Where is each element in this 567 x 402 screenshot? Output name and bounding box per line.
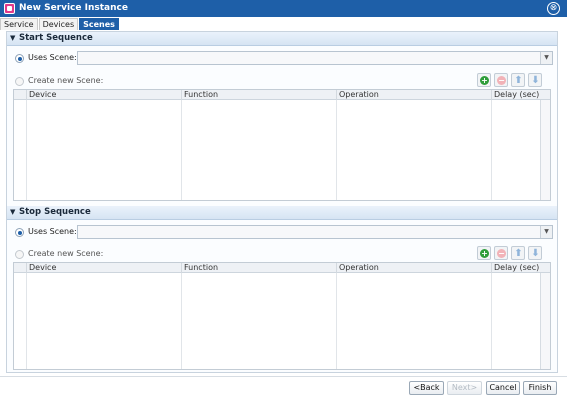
scenes-panel: ▼ Start Sequence Uses Scene: ▼ Create ne… [6,31,558,373]
column-operation[interactable]: Operation [336,90,491,100]
wizard-footer: <Back Next> Cancel Finish [0,376,567,402]
start-uses-scene-select[interactable]: ▼ [77,51,553,65]
collapse-triangle-icon[interactable]: ▼ [10,32,15,45]
arrow-up-icon: ⬆ [514,248,523,259]
stop-remove-button[interactable]: − [494,246,508,260]
tab-scenes[interactable]: Scenes [79,18,119,30]
column-divider [181,100,182,200]
stop-move-down-button[interactable]: ⬇ [528,246,542,260]
stop-create-scene-label: Create new Scene: [28,249,104,258]
start-sequence-header[interactable]: ▼ Start Sequence [7,32,557,46]
vertical-scrollbar[interactable] [540,100,550,200]
column-divider [26,100,27,200]
column-delay[interactable]: Delay (sec) [491,90,540,100]
start-sequence-title: Start Sequence [19,33,93,43]
stop-move-up-button[interactable]: ⬆ [511,246,525,260]
stop-sequence-table: Device Function Operation Delay (sec) [13,262,551,370]
column-divider [336,273,337,369]
close-button[interactable]: ⊗ [547,2,560,15]
start-add-button[interactable]: + [477,73,491,87]
column-divider [491,100,492,200]
stop-add-button[interactable]: + [477,246,491,260]
next-button[interactable]: Next> [447,381,482,395]
arrow-down-icon: ⬇ [531,248,540,259]
column-divider [181,273,182,369]
add-icon: + [480,249,489,258]
column-divider [491,273,492,369]
finish-button[interactable]: Finish [523,381,557,395]
add-icon: + [480,76,489,85]
start-uses-scene-label: Uses Scene: [28,53,77,62]
vertical-scrollbar[interactable] [540,273,550,369]
column-function[interactable]: Function [181,90,336,100]
remove-icon: − [497,249,506,258]
remove-icon: − [497,76,506,85]
stop-create-scene-radio[interactable] [15,250,24,259]
cancel-button[interactable]: Cancel [486,381,520,395]
app-icon [4,3,15,14]
column-device[interactable]: Device [26,90,181,100]
stop-uses-scene-label: Uses Scene: [28,227,77,236]
column-delay[interactable]: Delay (sec) [491,263,540,273]
chevron-down-icon[interactable]: ▼ [540,226,552,238]
start-sequence-table: Device Function Operation Delay (sec) [13,89,551,201]
arrow-down-icon: ⬇ [531,75,540,86]
column-divider [336,100,337,200]
column-function[interactable]: Function [181,263,336,273]
collapse-triangle-icon[interactable]: ▼ [10,206,15,219]
back-button[interactable]: <Back [409,381,444,395]
title-bar: New Service Instance ⊗ [0,0,567,17]
stop-sequence-header[interactable]: ▼ Stop Sequence [7,206,557,220]
tab-bar: Service Devices Scenes [0,18,120,30]
column-operation[interactable]: Operation [336,263,491,273]
start-move-down-button[interactable]: ⬇ [528,73,542,87]
stop-uses-scene-radio[interactable] [15,228,24,237]
start-remove-button[interactable]: − [494,73,508,87]
chevron-down-icon[interactable]: ▼ [540,52,552,64]
arrow-up-icon: ⬆ [514,75,523,86]
start-move-up-button[interactable]: ⬆ [511,73,525,87]
tab-service[interactable]: Service [0,18,38,30]
column-device[interactable]: Device [26,263,181,273]
table-header: Device Function Operation Delay (sec) [14,90,550,100]
start-create-scene-radio[interactable] [15,77,24,86]
tab-devices[interactable]: Devices [38,18,79,30]
stop-uses-scene-select[interactable]: ▼ [77,225,553,239]
table-header: Device Function Operation Delay (sec) [14,263,550,273]
column-divider [26,273,27,369]
start-create-scene-label: Create new Scene: [28,76,104,85]
start-uses-scene-radio[interactable] [15,54,24,63]
window-title: New Service Instance [19,3,128,13]
stop-sequence-title: Stop Sequence [19,207,91,217]
